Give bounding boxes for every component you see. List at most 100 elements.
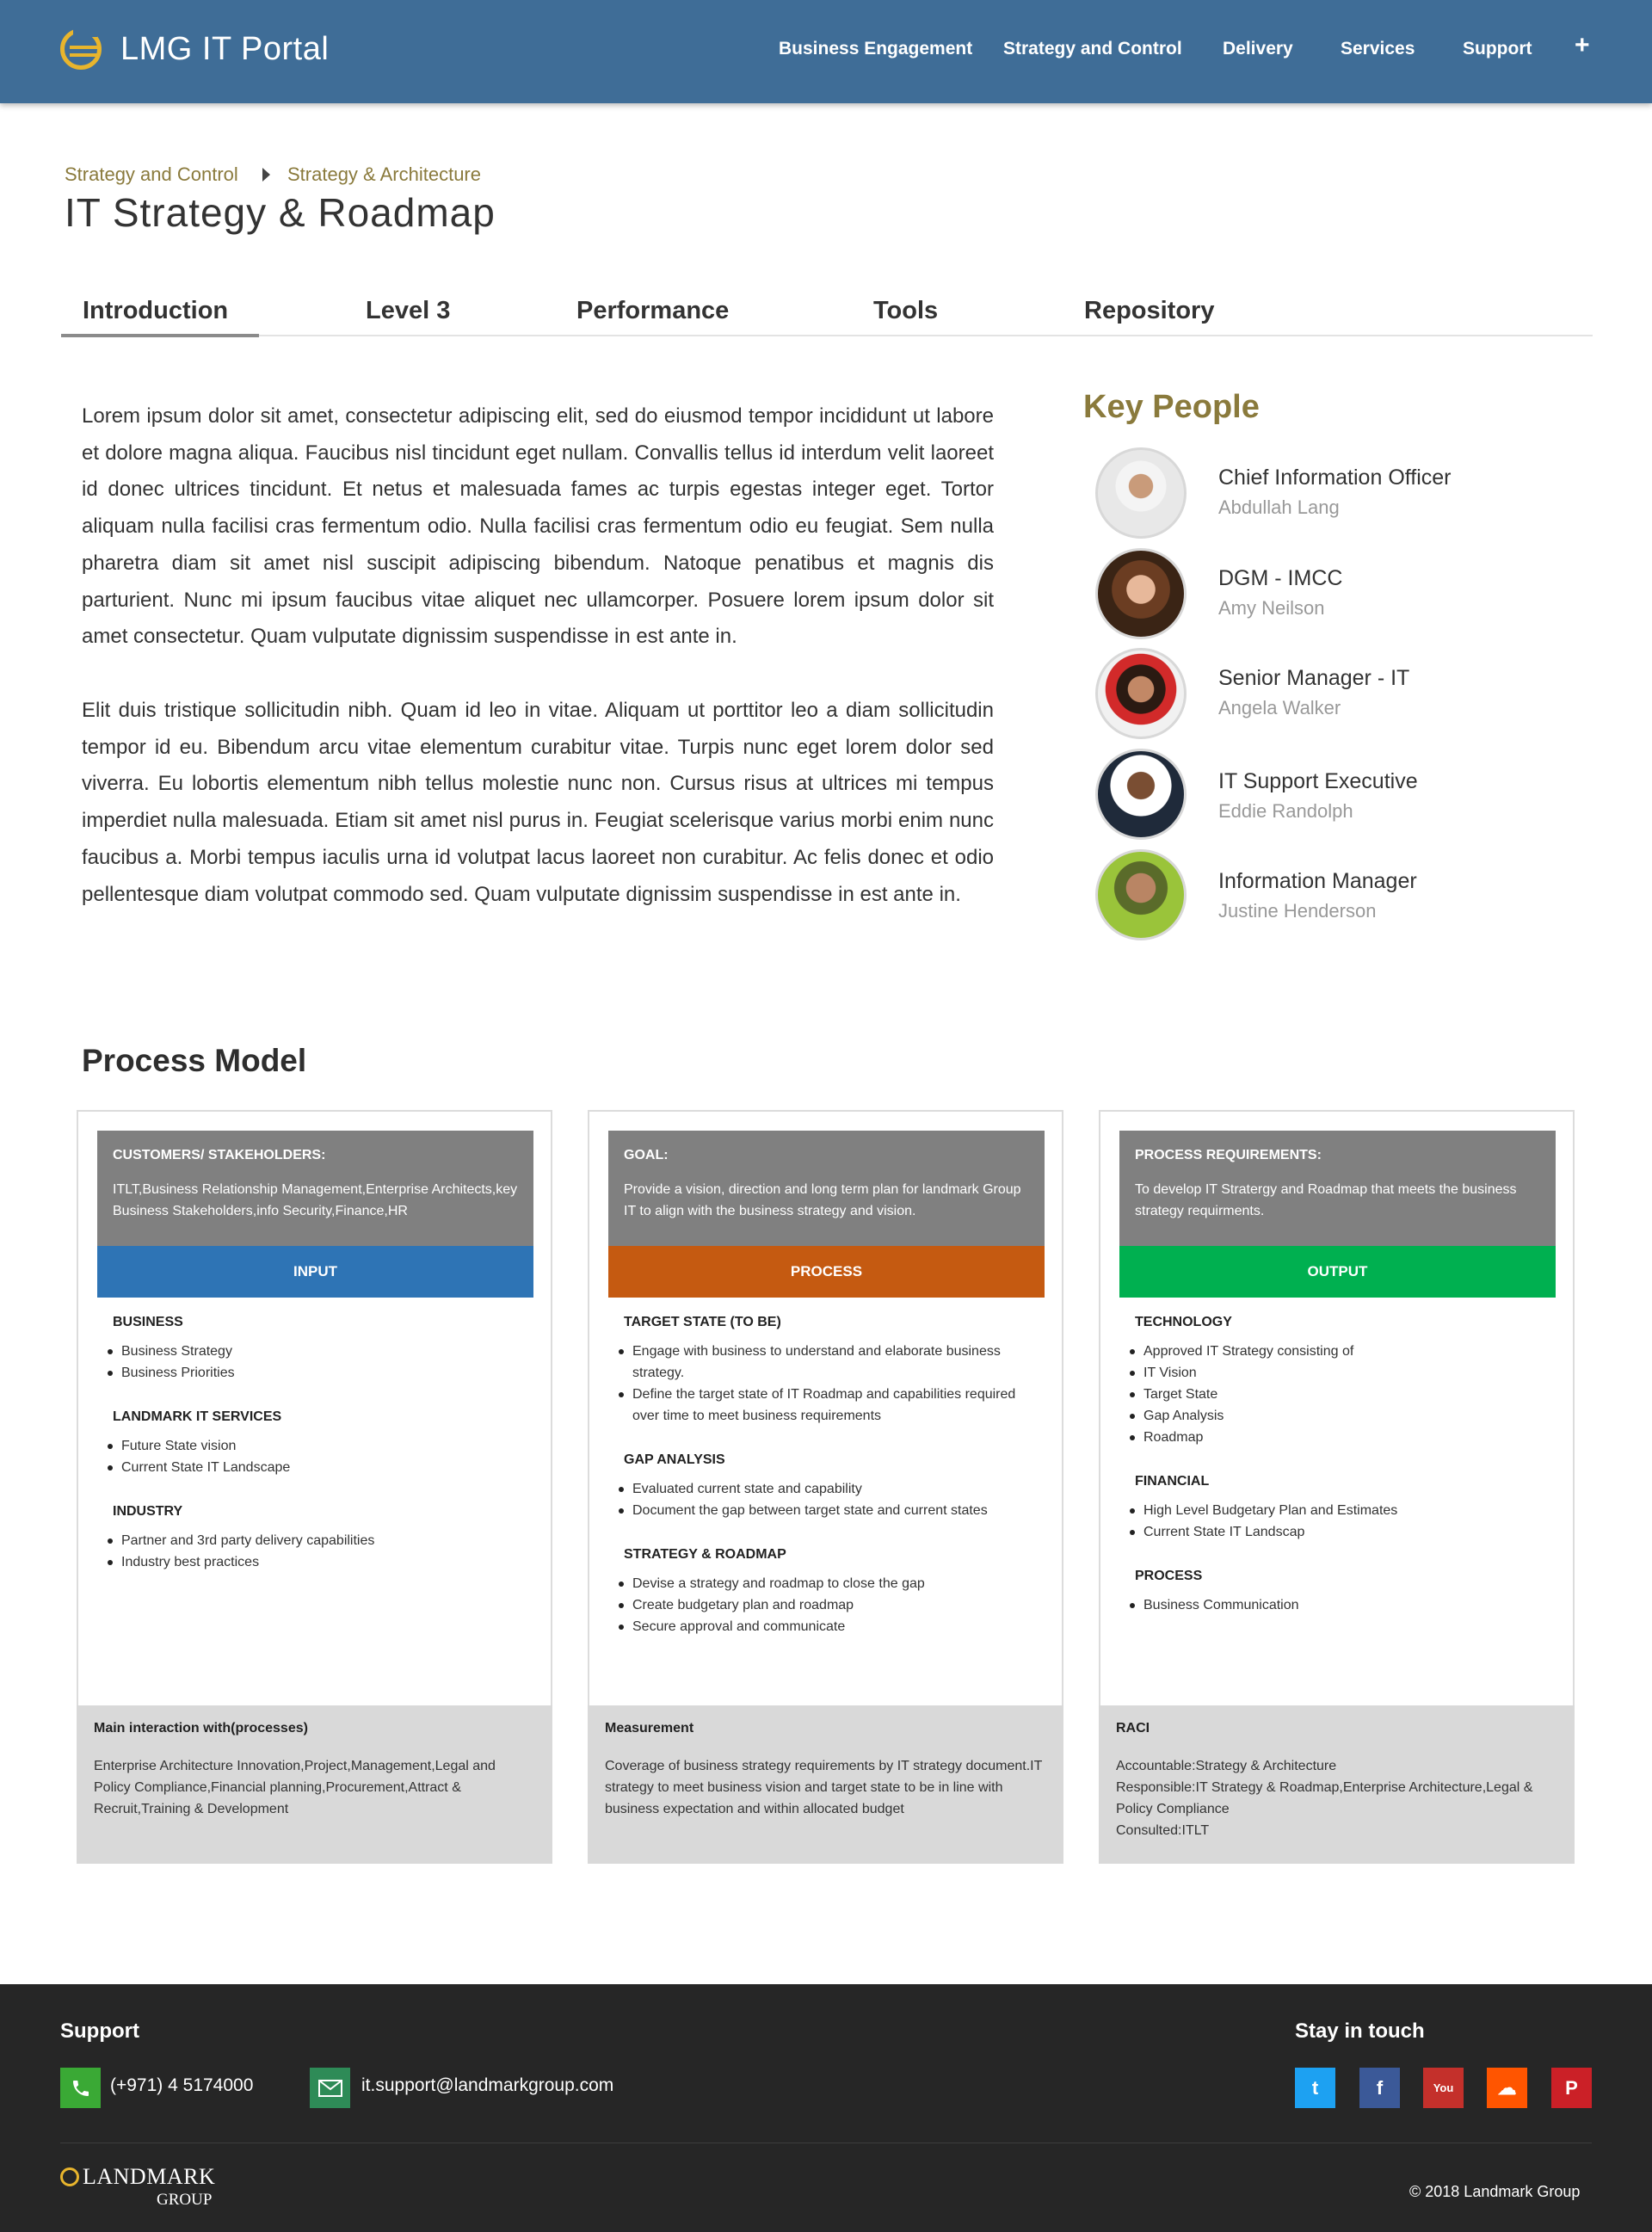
- person-role: Chief Information Officer: [1218, 466, 1452, 490]
- card-header: PROCESS REQUIREMENTS: To develop IT Stra…: [1119, 1131, 1556, 1246]
- phone-icon: [60, 2068, 101, 2108]
- avatar[interactable]: [1095, 548, 1187, 639]
- person-name[interactable]: Abdullah Lang: [1218, 496, 1340, 519]
- person-name[interactable]: Amy Neilson: [1218, 597, 1324, 620]
- tab-repository[interactable]: Repository: [1084, 297, 1214, 325]
- tab-performance[interactable]: Performance: [576, 297, 729, 325]
- card-header-text: ITLT,Business Relationship Management,En…: [113, 1182, 518, 1218]
- process-bar: PROCESS: [608, 1246, 1045, 1298]
- list-item: Roadmap: [1130, 1427, 1548, 1448]
- section-list: Evaluated current state and capability D…: [619, 1478, 1037, 1521]
- card-footer: Main interaction with(processes) Enterpr…: [77, 1705, 552, 1864]
- list-item: Devise a strategy and roadmap to close t…: [619, 1573, 1037, 1594]
- section-heading: BUSINESS: [113, 1315, 183, 1329]
- support-email[interactable]: it.support@landmarkgroup.com: [361, 2075, 613, 2096]
- process-model-title: Process Model: [82, 1043, 307, 1078]
- intro-paragraph-2: Elit duis tristique sollicitudin nibh. Q…: [82, 699, 994, 906]
- brand-title[interactable]: LMG IT Portal: [120, 31, 329, 68]
- card-footer-title: Main interaction with(processes): [94, 1721, 308, 1736]
- card-header-title: CUSTOMERS/ STAKEHOLDERS:: [113, 1148, 326, 1162]
- card-header-title: PROCESS REQUIREMENTS:: [1135, 1148, 1322, 1162]
- copyright: © 2018 Landmark Group: [1409, 2183, 1581, 2200]
- soundcloud-icon[interactable]: ☁: [1487, 2068, 1527, 2108]
- list-item: High Level Budgetary Plan and Estimates: [1130, 1500, 1548, 1521]
- section-heading: TECHNOLOGY: [1135, 1315, 1232, 1329]
- landmark-logo-subtext: GROUP: [157, 2191, 213, 2209]
- list-item: Business Strategy: [108, 1341, 526, 1362]
- person-name[interactable]: Eddie Randolph: [1218, 800, 1353, 823]
- input-bar: INPUT: [97, 1246, 533, 1298]
- card-footer-text: Accountable:Strategy & Architecture Resp…: [1116, 1759, 1533, 1838]
- breadcrumb-strategy-control[interactable]: Strategy and Control: [65, 163, 238, 186]
- intro-paragraph-1: Lorem ipsum dolor sit amet, consectetur …: [82, 404, 994, 649]
- list-item: Partner and 3rd party delivery capabilit…: [108, 1530, 526, 1551]
- section-list: Business Communication: [1130, 1594, 1548, 1616]
- page-title: IT Strategy & Roadmap: [65, 190, 496, 235]
- card-footer: RACI Accountable:Strategy & Architecture…: [1099, 1705, 1575, 1864]
- section-list: Approved IT Strategy consisting of IT Vi…: [1130, 1341, 1548, 1448]
- nav-support[interactable]: Support: [1463, 39, 1532, 59]
- tab-tools[interactable]: Tools: [873, 297, 938, 325]
- section-heading: LANDMARK IT SERVICES: [113, 1409, 282, 1424]
- list-item: Evaluated current state and capability: [619, 1478, 1037, 1500]
- card-header-text: Provide a vision, direction and long ter…: [624, 1182, 1021, 1218]
- list-item: Current State IT Landscap: [1130, 1521, 1548, 1543]
- process-card-process: GOAL: Provide a vision, direction and lo…: [588, 1110, 1063, 1864]
- list-item: Target State: [1130, 1384, 1548, 1405]
- card-footer-text: Enterprise Architecture Innovation,Proje…: [94, 1759, 496, 1816]
- card-header: CUSTOMERS/ STAKEHOLDERS: ITLT,Business R…: [97, 1131, 533, 1246]
- list-item: Industry best practices: [108, 1551, 526, 1573]
- nav-business-engagement[interactable]: Business Engagement: [779, 39, 972, 59]
- card-footer-title: RACI: [1116, 1721, 1150, 1736]
- youtube-icon[interactable]: You: [1423, 2068, 1464, 2108]
- list-item: Approved IT Strategy consisting of: [1130, 1341, 1548, 1362]
- process-card-output: PROCESS REQUIREMENTS: To develop IT Stra…: [1099, 1110, 1575, 1864]
- card-header-text: To develop IT Stratergy and Roadmap that…: [1135, 1182, 1517, 1218]
- tab-active-indicator: [61, 334, 259, 337]
- section-list: High Level Budgetary Plan and Estimates …: [1130, 1500, 1548, 1543]
- section-list: Partner and 3rd party delivery capabilit…: [108, 1530, 526, 1573]
- section-list: Devise a strategy and roadmap to close t…: [619, 1573, 1037, 1637]
- card-header-title: GOAL:: [624, 1148, 669, 1162]
- pinterest-icon[interactable]: P: [1551, 2068, 1592, 2108]
- avatar[interactable]: [1095, 648, 1187, 739]
- person-role: Information Manager: [1218, 869, 1417, 893]
- card-body: TECHNOLOGY Approved IT Strategy consisti…: [1130, 1315, 1548, 1642]
- list-item: Engage with business to understand and e…: [619, 1341, 1037, 1384]
- card-footer-title: Measurement: [605, 1721, 694, 1736]
- avatar[interactable]: [1095, 447, 1187, 539]
- lmg-logo-icon[interactable]: [60, 28, 102, 70]
- email-icon-glyph: [317, 2079, 342, 2097]
- person-role: DGM - IMCC: [1218, 566, 1343, 590]
- nav-more-button[interactable]: +: [1575, 31, 1590, 60]
- support-phone[interactable]: (+971) 4 5174000: [110, 2075, 253, 2096]
- section-heading: TARGET STATE (TO BE): [624, 1315, 781, 1329]
- person-name[interactable]: Angela Walker: [1218, 697, 1341, 719]
- nav-delivery[interactable]: Delivery: [1223, 39, 1293, 59]
- avatar[interactable]: [1095, 849, 1187, 940]
- footer-support-title: Support: [60, 2019, 139, 2043]
- nav-services[interactable]: Services: [1341, 39, 1415, 59]
- breadcrumb-strategy-architecture[interactable]: Strategy & Architecture: [287, 163, 481, 186]
- section-heading: FINANCIAL: [1135, 1474, 1210, 1489]
- list-item: IT Vision: [1130, 1362, 1548, 1384]
- nav-strategy-and-control[interactable]: Strategy and Control: [1003, 39, 1182, 59]
- list-item: Define the target state of IT Roadmap an…: [619, 1384, 1037, 1427]
- facebook-icon[interactable]: f: [1359, 2068, 1400, 2108]
- list-item: Current State IT Landscape: [108, 1457, 526, 1478]
- twitter-icon[interactable]: t: [1295, 2068, 1335, 2108]
- list-item: Secure approval and communicate: [619, 1616, 1037, 1637]
- avatar[interactable]: [1095, 749, 1187, 840]
- tab-level-3[interactable]: Level 3: [366, 297, 450, 325]
- person-name[interactable]: Justine Henderson: [1218, 900, 1376, 922]
- tab-introduction[interactable]: Introduction: [83, 297, 228, 325]
- landmark-logo-text[interactable]: LANDMARK: [83, 2164, 215, 2190]
- section-heading: INDUSTRY: [113, 1504, 183, 1519]
- card-body: BUSINESS Business Strategy Business Prio…: [108, 1315, 526, 1599]
- output-bar: OUTPUT: [1119, 1246, 1556, 1298]
- process-card-input: CUSTOMERS/ STAKEHOLDERS: ITLT,Business R…: [77, 1110, 552, 1864]
- list-item: Business Communication: [1130, 1594, 1548, 1616]
- card-footer-text: Coverage of business strategy requiremen…: [605, 1759, 1043, 1816]
- card-footer: Measurement Coverage of business strateg…: [588, 1705, 1063, 1864]
- list-item: Business Priorities: [108, 1362, 526, 1384]
